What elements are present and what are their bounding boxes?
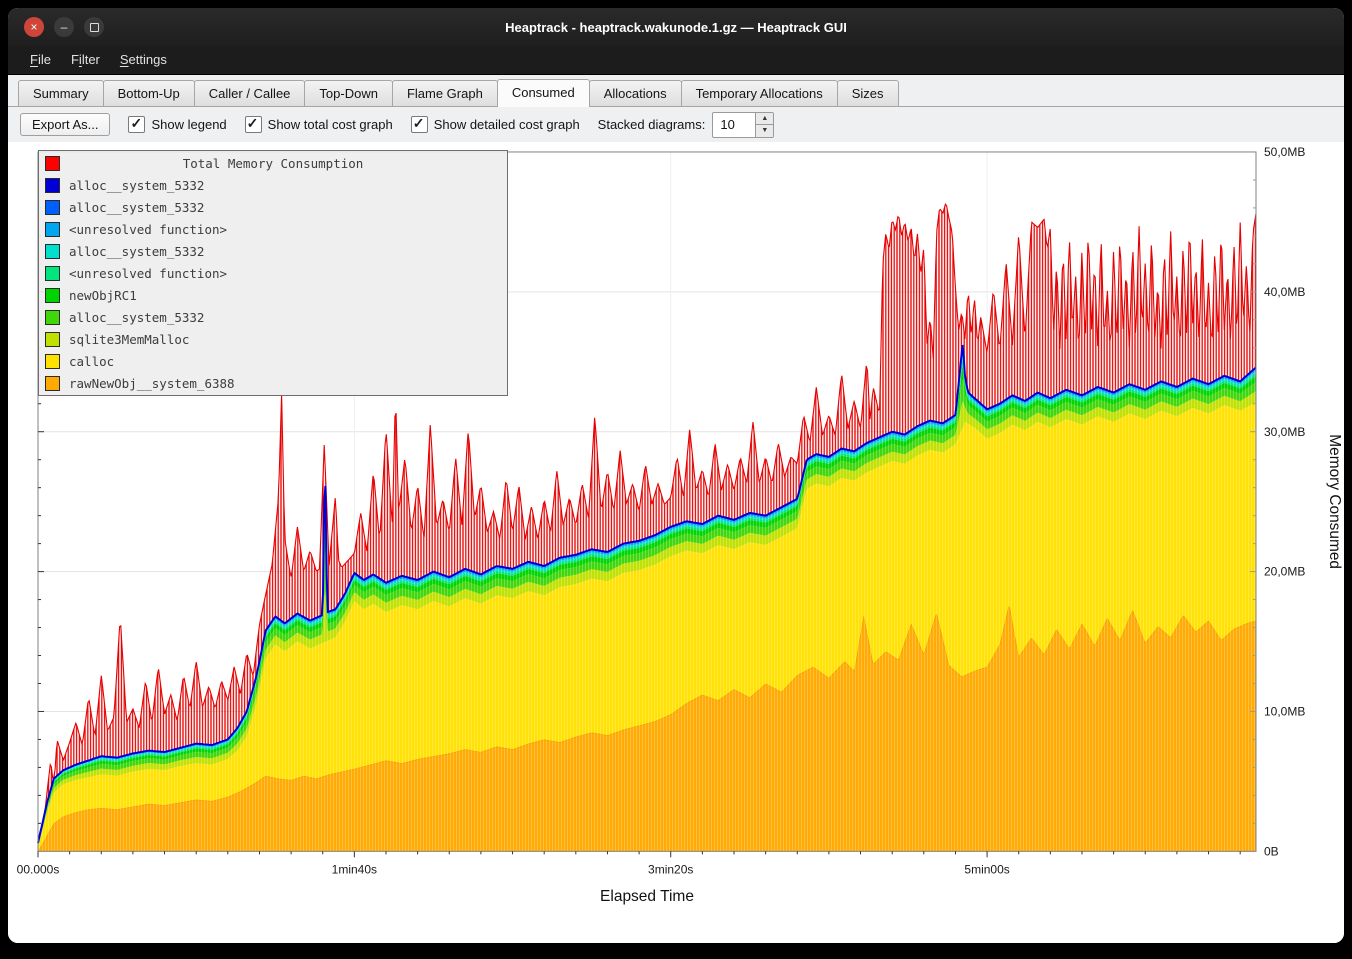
tab-summary[interactable]: Summary xyxy=(18,80,104,106)
legend-item: <unresolved function> xyxy=(39,262,507,284)
y-axis-title: Memory Consumed xyxy=(1326,434,1343,569)
tab-temporary-allocations[interactable]: Temporary Allocations xyxy=(681,80,838,106)
y-tick-label: 10,0MB xyxy=(1264,705,1305,719)
toolbar: Export As... Show legend Show total cost … xyxy=(8,107,1344,142)
spin-buttons: ▲ ▼ xyxy=(755,113,773,137)
x-tick-label: 3min20s xyxy=(648,862,693,876)
menu-item-filter[interactable]: Filter xyxy=(61,46,110,74)
legend-swatch-icon xyxy=(45,376,60,391)
legend-label: <unresolved function> xyxy=(69,266,227,281)
legend-label: alloc__system_5332 xyxy=(69,310,204,325)
legend-swatch-icon xyxy=(45,200,60,215)
checkbox-icon[interactable] xyxy=(245,116,262,133)
legend-swatch-icon xyxy=(45,288,60,303)
maximize-button[interactable] xyxy=(84,17,104,37)
tab-sizes[interactable]: Sizes xyxy=(837,80,899,106)
y-tick-label: 40,0MB xyxy=(1264,285,1305,299)
legend-swatch-icon xyxy=(45,178,60,193)
legend-label: alloc__system_5332 xyxy=(69,244,204,259)
checkbox-icon[interactable] xyxy=(411,116,428,133)
legend-label: calloc xyxy=(69,354,114,369)
legend-swatch-icon xyxy=(45,222,60,237)
stacked-diagrams-group: Stacked diagrams: 10 ▲ ▼ xyxy=(598,112,775,138)
menu-item-settings[interactable]: Settings xyxy=(110,46,177,74)
window-buttons: × – xyxy=(24,8,104,46)
legend-swatch-icon xyxy=(45,332,60,347)
spin-down-icon[interactable]: ▼ xyxy=(756,125,773,137)
x-tick-label: 00.000s xyxy=(17,862,60,876)
checkbox-show-detailed-cost-graph[interactable]: Show detailed cost graph xyxy=(411,116,580,133)
tab-flame-graph[interactable]: Flame Graph xyxy=(392,80,498,106)
legend-label: rawNewObj__system_6388 xyxy=(69,376,235,391)
y-tick-label: 0B xyxy=(1264,845,1279,859)
spin-up-icon[interactable]: ▲ xyxy=(756,113,773,126)
menu-item-file[interactable]: File xyxy=(20,46,61,74)
y-tick-label: 50,0MB xyxy=(1264,145,1305,159)
checkbox-show-total-cost-graph[interactable]: Show total cost graph xyxy=(245,116,393,133)
legend-swatch-icon xyxy=(45,266,60,281)
legend-item: alloc__system_5332 xyxy=(39,306,507,328)
legend-label: <unresolved function> xyxy=(69,222,227,237)
legend-label: newObjRC1 xyxy=(69,288,137,303)
checkbox-icon[interactable] xyxy=(128,116,145,133)
legend-item: alloc__system_5332 xyxy=(39,174,507,196)
legend-item: rawNewObj__system_6388 xyxy=(39,372,507,394)
legend-swatch-icon xyxy=(45,354,60,369)
checkbox-group: Show legend Show total cost graph Show det… xyxy=(128,116,579,133)
maximize-icon xyxy=(90,23,99,32)
menubar: FileFilterSettings xyxy=(8,46,1344,75)
app-window: × – Heaptrack - heaptrack.wakunode.1.gz … xyxy=(8,8,1344,943)
legend-item: <unresolved function> xyxy=(39,218,507,240)
tab-caller-callee[interactable]: Caller / Callee xyxy=(194,80,306,106)
consumed-chart-area: Total Memory Consumption alloc__system_53… xyxy=(8,142,1344,943)
close-button[interactable]: × xyxy=(24,17,44,37)
legend-item: alloc__system_5332 xyxy=(39,240,507,262)
legend-item: alloc__system_5332 xyxy=(39,196,507,218)
y-tick-label: 30,0MB xyxy=(1264,425,1305,439)
legend-item: newObjRC1 xyxy=(39,284,507,306)
window-title: Heaptrack - heaptrack.wakunode.1.gz — He… xyxy=(505,20,847,35)
checkbox-label: Show legend xyxy=(151,117,226,132)
stacked-diagrams-label: Stacked diagrams: xyxy=(598,117,706,132)
minimize-button[interactable]: – xyxy=(54,17,74,37)
legend-item: sqlite3MemMalloc xyxy=(39,328,507,350)
legend-label: alloc__system_5332 xyxy=(69,200,204,215)
x-tick-label: 5min00s xyxy=(964,862,1009,876)
export-as-button[interactable]: Export As... xyxy=(20,113,110,136)
stacked-diagrams-spinbox[interactable]: 10 ▲ ▼ xyxy=(712,112,774,138)
tab-bar: SummaryBottom-UpCaller / CalleeTop-DownF… xyxy=(8,75,1344,107)
legend-item: calloc xyxy=(39,350,507,372)
titlebar: × – Heaptrack - heaptrack.wakunode.1.gz … xyxy=(8,8,1344,46)
checkbox-show-legend[interactable]: Show legend xyxy=(128,116,226,133)
chart-legend: Total Memory Consumption alloc__system_53… xyxy=(38,150,508,396)
checkbox-label: Show total cost graph xyxy=(268,117,393,132)
legend-title-row: Total Memory Consumption xyxy=(39,152,507,174)
legend-label: Total Memory Consumption xyxy=(69,156,477,171)
legend-label: sqlite3MemMalloc xyxy=(69,332,189,347)
tab-allocations[interactable]: Allocations xyxy=(589,80,682,106)
legend-swatch-icon xyxy=(45,244,60,259)
legend-swatch-icon xyxy=(45,310,60,325)
tab-consumed[interactable]: Consumed xyxy=(497,79,590,107)
y-tick-label: 20,0MB xyxy=(1264,565,1305,579)
x-axis-title: Elapsed Time xyxy=(600,888,694,905)
legend-label: alloc__system_5332 xyxy=(69,178,204,193)
x-tick-label: 1min40s xyxy=(332,862,377,876)
tab-bottom-up[interactable]: Bottom-Up xyxy=(103,80,195,106)
tab-top-down[interactable]: Top-Down xyxy=(304,80,393,106)
legend-swatch-icon xyxy=(45,156,60,171)
stacked-diagrams-value[interactable]: 10 xyxy=(713,113,755,137)
checkbox-label: Show detailed cost graph xyxy=(434,117,580,132)
